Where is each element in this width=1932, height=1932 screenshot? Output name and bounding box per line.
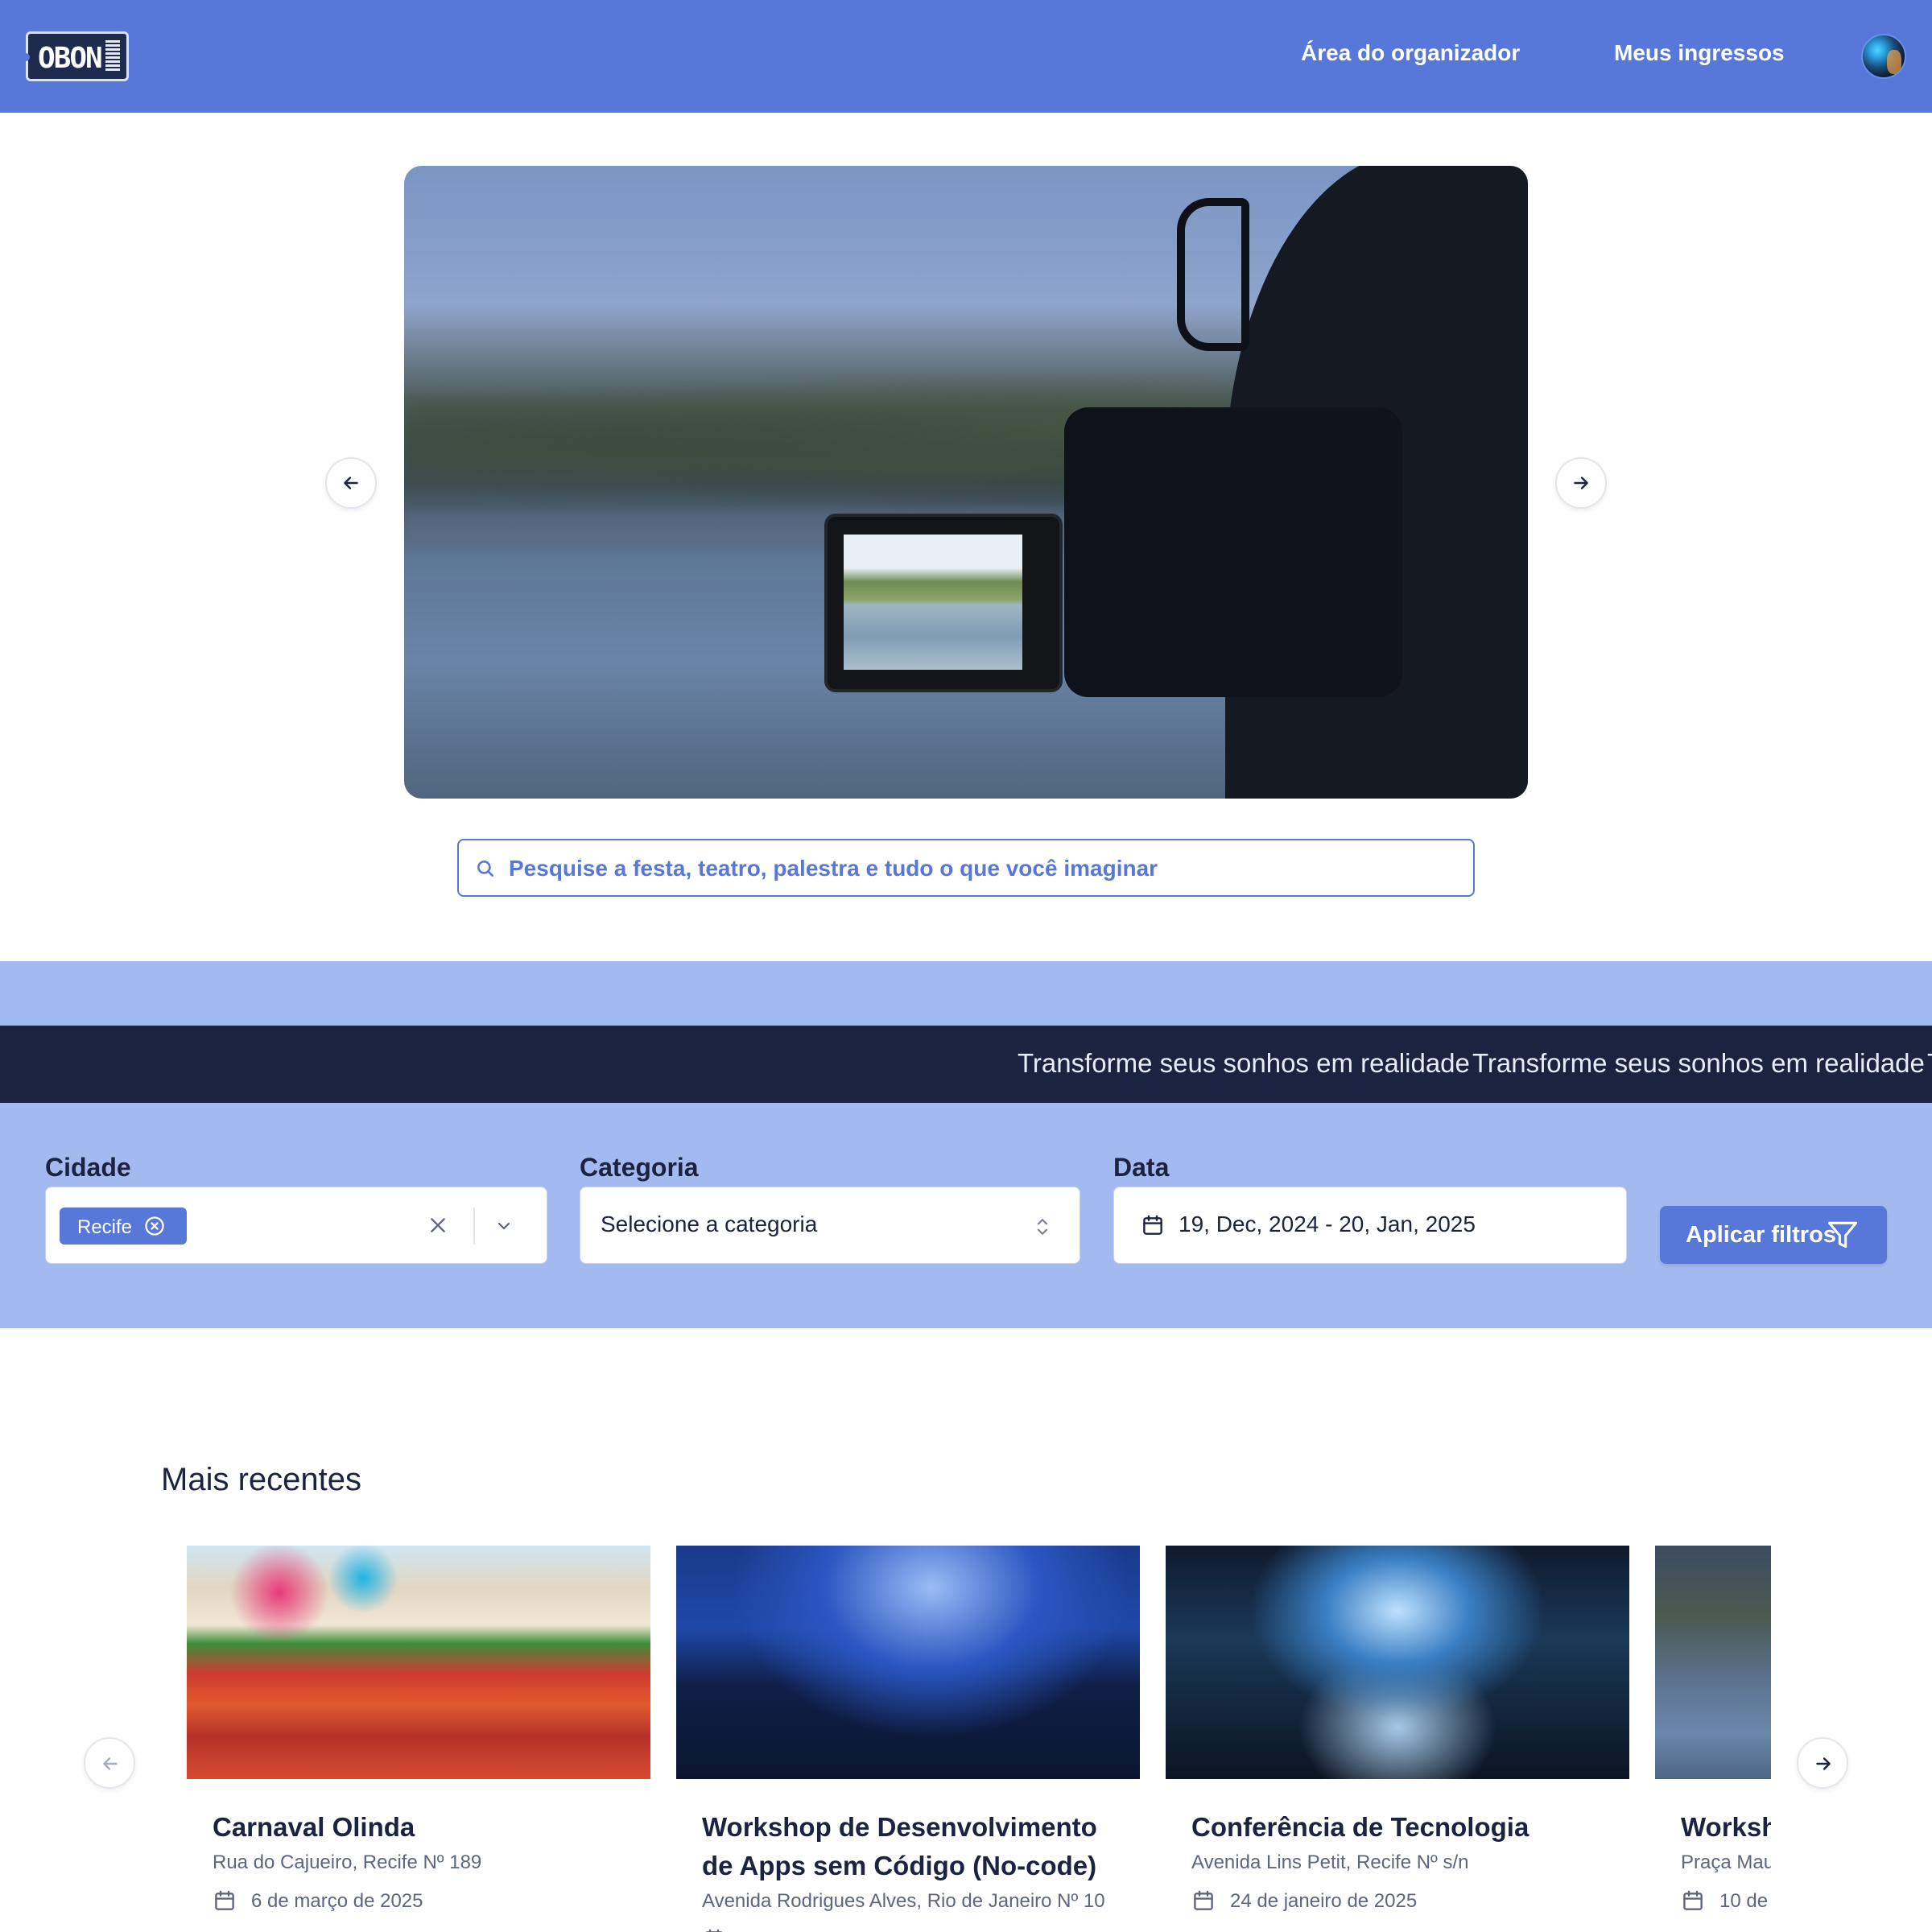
hero-camera-screen [824, 514, 1063, 692]
city-select[interactable]: Recife [45, 1187, 547, 1264]
event-image [187, 1546, 650, 1779]
apply-filters-button[interactable]: Aplicar filtros [1660, 1206, 1887, 1264]
date-filter-label: Data [1113, 1153, 1170, 1182]
events-next-button[interactable] [1797, 1737, 1848, 1789]
nav-my-tickets-link[interactable]: Meus ingressos [1614, 40, 1785, 66]
city-chip-label: Recife [77, 1216, 133, 1238]
calendar-icon [215, 1890, 234, 1910]
marquee-text: Transforme seus sonhos em realidade [1018, 1048, 1470, 1078]
calendar-icon [1683, 1890, 1703, 1910]
category-filter-label: Categoria [580, 1153, 699, 1182]
event-card[interactable]: Workshop Praça Mau 10 de [1655, 1546, 1771, 1932]
remove-chip-icon[interactable] [143, 1215, 166, 1237]
event-address: Avenida Rodrigues Alves, Rio de Janeiro … [702, 1890, 1105, 1912]
date-range-picker[interactable]: 19, Dec, 2024 - 20, Jan, 2025 [1113, 1187, 1627, 1264]
arrow-left-icon [344, 477, 358, 489]
slogan-marquee: Transforme seus sonhos em realidade Tran… [0, 1026, 1932, 1103]
hero-carousel-image [404, 166, 1528, 799]
event-address: Praça Mau [1681, 1852, 1771, 1873]
apply-filters-label: Aplicar filtros [1686, 1222, 1836, 1248]
hero-prev-button[interactable] [325, 457, 377, 509]
event-title: Workshop de Desenvolvimento de Apps sem … [702, 1812, 1097, 1880]
nav-organizer-area-link[interactable]: Área do organizador [1301, 40, 1520, 66]
event-title: Conferência de Tecnologia [1191, 1812, 1530, 1842]
marquee-text: Transforme seus sonhos em realidade [1472, 1048, 1925, 1078]
city-filter-label: Cidade [45, 1153, 131, 1182]
arrow-right-icon [1574, 477, 1588, 489]
hero-next-button[interactable] [1555, 457, 1607, 509]
event-search-box[interactable] [457, 839, 1475, 897]
logo-text: OBON [38, 42, 103, 75]
filter-funnel-icon [1827, 1221, 1858, 1249]
logo-barcode-icon [105, 40, 120, 72]
category-select[interactable]: Selecione a categoria [580, 1187, 1080, 1264]
calendar-icon [1194, 1890, 1213, 1910]
category-select-value: Selecione a categoria [601, 1212, 818, 1236]
chevron-up-down-icon [1037, 1219, 1048, 1235]
event-image [1655, 1546, 1771, 1779]
event-date: 24 de janeiro de 2025 [1230, 1890, 1418, 1912]
event-date: 10 de [1719, 1890, 1769, 1912]
clear-icon[interactable] [427, 1215, 448, 1236]
marquee-text: Transforme seus sonhos em realidade [1927, 1048, 1932, 1079]
search-input[interactable] [509, 852, 1459, 886]
event-address: Avenida Lins Petit, Recife Nº s/n [1191, 1852, 1469, 1873]
chevron-down-icon[interactable] [493, 1216, 514, 1236]
hero-camera-screen-view [844, 535, 1022, 670]
events-prev-button[interactable] [84, 1737, 135, 1789]
select-divider [473, 1208, 475, 1245]
top-nav-bar: OBON Área do organizador Meus ingressos [0, 0, 1932, 113]
event-title: Workshop [1681, 1812, 1771, 1842]
obon-logo[interactable]: OBON [22, 31, 129, 81]
event-card[interactable]: Workshop de Desenvolvimento de Apps sem … [676, 1546, 1140, 1932]
date-range-value: 19, Dec, 2024 - 20, Jan, 2025 [1179, 1212, 1476, 1236]
search-icon [477, 861, 493, 877]
event-title: Carnaval Olinda [213, 1812, 415, 1842]
user-avatar[interactable] [1861, 34, 1906, 79]
event-date: 6 de março de 2025 [251, 1890, 423, 1912]
hero-glasses [1177, 198, 1249, 351]
recent-events-carousel: Carnaval Olinda Rua do Cajueiro, Recife … [187, 1546, 1771, 1932]
partial-card-clip: Workshop Praça Mau 10 de [1655, 1546, 1771, 1932]
arrow-left-icon [103, 1757, 118, 1770]
event-address: Rua do Cajueiro, Recife Nº 189 [213, 1852, 482, 1873]
event-image [1166, 1546, 1629, 1779]
event-image [676, 1546, 1140, 1779]
recent-events-title: Mais recentes [161, 1462, 361, 1497]
calendar-icon [705, 1929, 723, 1932]
filters-band [0, 961, 1932, 1328]
calendar-icon [1143, 1215, 1162, 1235]
logo-ticket-notch [22, 53, 30, 61]
arrow-right-icon [1816, 1757, 1831, 1770]
hero-camera-body [1064, 407, 1402, 697]
city-chip-recife[interactable]: Recife [60, 1208, 187, 1245]
event-card[interactable]: Conferência de Tecnologia Avenida Lins P… [1166, 1546, 1629, 1932]
event-card[interactable]: Carnaval Olinda Rua do Cajueiro, Recife … [187, 1546, 650, 1932]
